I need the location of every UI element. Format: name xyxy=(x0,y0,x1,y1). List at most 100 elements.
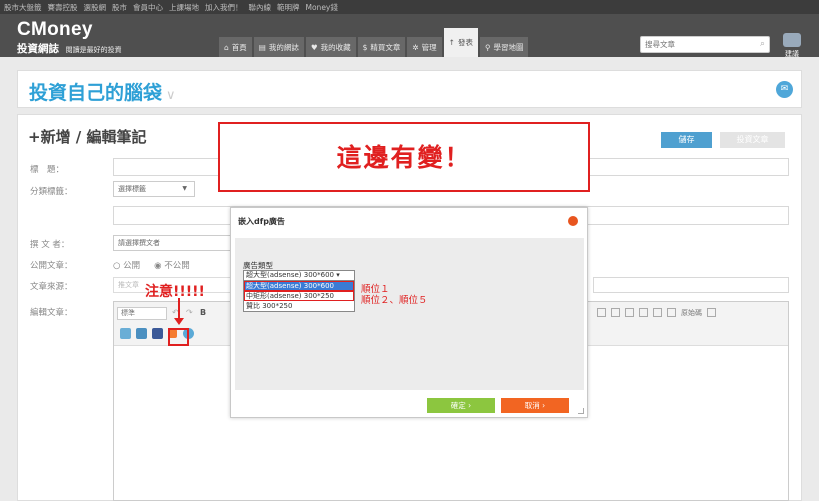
chat-icon xyxy=(783,33,801,47)
nav-post[interactable]: ↑ 發表 xyxy=(443,28,478,57)
fullscreen-icon[interactable] xyxy=(707,308,716,317)
tags-value: 選擇標籤 xyxy=(118,185,146,193)
nav-manage[interactable]: ✲ 管理 xyxy=(407,37,442,57)
ad-type-selected: 超大型(adsense) 300*600 xyxy=(246,271,334,279)
resize-handle[interactable] xyxy=(578,408,584,414)
main-nav: ⌂ 首頁 ▤ 我的網誌 ♥ 我的收藏 $ 精買文章 ✲ 管理 ↑ 發表 ⚲ 學習地圖 xyxy=(219,28,529,57)
top-link[interactable]: 股市大盤籤 xyxy=(4,2,42,13)
author-dropdown[interactable]: 請選擇撰文者 xyxy=(113,235,233,251)
editor-label: 編輯文章： xyxy=(30,308,73,318)
nav-premium[interactable]: $ 精買文章 xyxy=(357,37,406,57)
brand-logo[interactable]: CMoney xyxy=(17,19,93,41)
redo-icon[interactable]: ↷ xyxy=(186,308,197,319)
search-box: ⌕ xyxy=(640,36,770,53)
gear-icon: ✲ xyxy=(412,42,419,52)
ad-option[interactable]: 超大型(adsense) 300*600 xyxy=(244,281,354,291)
hr-icon[interactable] xyxy=(653,308,662,317)
cancel-button[interactable]: 取消 › xyxy=(501,398,569,413)
confirm-label: 確定 xyxy=(450,401,466,410)
nav-learning-map[interactable]: ⚲ 學習地圖 xyxy=(479,37,529,57)
change-callout-box: 這邊有變！ xyxy=(218,122,590,192)
save-button[interactable]: 儲存 xyxy=(661,132,712,148)
suggest-label: 建議 xyxy=(785,50,799,58)
mail-icon[interactable]: ✉ xyxy=(776,81,793,98)
search-input[interactable] xyxy=(641,37,751,52)
nav-my-blog[interactable]: ▤ 我的網誌 xyxy=(253,37,304,57)
arrow-down-icon xyxy=(174,318,184,325)
attention-arrow xyxy=(178,298,180,320)
pin-icon: ⚲ xyxy=(484,42,491,52)
nav-label: 我的網誌 xyxy=(268,42,299,52)
suggest-button[interactable]: 建議 xyxy=(780,33,804,59)
chevron-down-icon: ∨ xyxy=(166,88,176,103)
dollar-icon: $ xyxy=(362,42,368,52)
highlight-box xyxy=(168,328,189,346)
cancel-label: 取消 xyxy=(524,401,540,410)
bold-icon[interactable]: B xyxy=(200,308,211,319)
top-link[interactable]: 上課場地 xyxy=(169,2,199,13)
cm-icon[interactable] xyxy=(136,328,147,339)
chevron-down-icon: ▼ xyxy=(182,185,187,192)
book-icon: ▤ xyxy=(258,42,266,52)
dialog-body: 廣告類型 超大型(adsense) 300*600 ▾ 超大型(adsense)… xyxy=(235,238,584,390)
arrow-up-icon: ↑ xyxy=(448,38,455,47)
author-label: 撰 文 者： xyxy=(30,240,70,250)
top-link[interactable]: 聯內線 xyxy=(249,2,272,13)
nav-label: 管理 xyxy=(421,42,437,52)
ad-type-options: 超大型(adsense) 300*600 中矩形(adsense) 300*25… xyxy=(243,280,355,312)
radio-label: 不公開 xyxy=(164,261,190,271)
attention-note: 注意!!!!! xyxy=(145,284,205,300)
heart-icon: ♥ xyxy=(310,42,318,52)
nav-favorites[interactable]: ♥ 我的收藏 xyxy=(305,37,356,57)
nav-label: 發表 xyxy=(457,38,473,47)
site-top-bar: 股市大盤籤 賽壽控股 選股網 股市 會員中心 上課場地 加入我們！ 聯內線 範明… xyxy=(0,0,819,14)
close-icon[interactable] xyxy=(568,216,578,226)
dfp-ad-dialog: 嵌入dfp廣告 廣告類型 超大型(adsense) 300*600 ▾ 超大型(… xyxy=(230,207,588,418)
editor-toolbar-right: 原始碼 xyxy=(597,308,716,317)
home-icon: ⌂ xyxy=(224,42,229,52)
brand-subtitle: 投資網誌 閱讀是最好的投資 xyxy=(17,41,122,56)
source-code-label[interactable]: 原始碼 xyxy=(681,308,702,317)
page-title-bar: 投資自己的腦袋 ∨ ✉ xyxy=(17,70,802,108)
nav-label: 精買文章 xyxy=(370,42,401,52)
radio-label: 公開 xyxy=(123,261,141,271)
page-title[interactable]: 投資自己的腦袋 ∨ xyxy=(29,78,176,105)
top-link[interactable]: 加入我們！ xyxy=(205,2,243,13)
align-left-icon[interactable] xyxy=(597,308,606,317)
search-icon[interactable]: ⌕ xyxy=(760,39,765,49)
facebook-icon[interactable] xyxy=(152,328,163,339)
radio-private[interactable]: ◉ 不公開 xyxy=(154,259,190,271)
top-link[interactable]: Money錢 xyxy=(306,2,338,13)
brand-sub: 投資網誌 xyxy=(17,43,59,55)
public-radio-group: ○ 公開 ◉ 不公開 xyxy=(113,259,190,271)
format-dropdown[interactable]: 標準 xyxy=(117,307,167,320)
ad-option[interactable]: 贊比 300*250 xyxy=(244,301,354,311)
tags-dropdown[interactable]: 選擇標籤 ▼ xyxy=(113,181,195,197)
radio-public[interactable]: ○ 公開 xyxy=(113,259,140,271)
submit-article-button[interactable]: 投資文章 xyxy=(720,132,785,148)
top-link[interactable]: 股市 xyxy=(112,2,127,13)
dialog-title: 嵌入dfp廣告 xyxy=(238,217,285,226)
source-label: 文章來源： xyxy=(30,282,73,292)
top-link[interactable]: 會員中心 xyxy=(133,2,163,13)
nav-home[interactable]: ⌂ 首頁 xyxy=(219,37,252,57)
table-icon[interactable] xyxy=(639,308,648,317)
top-link[interactable]: 範明牌 xyxy=(277,2,300,13)
rank-note: 順位２、順位５ xyxy=(361,295,428,306)
image-icon[interactable] xyxy=(120,328,131,339)
top-link[interactable]: 選股網 xyxy=(84,2,107,13)
tags-label: 分類標籤： xyxy=(30,187,73,197)
page-title-text: 投資自己的腦袋 xyxy=(29,82,163,104)
title-label: 標 題： xyxy=(30,165,65,175)
site-header: CMoney 投資網誌 閱讀是最好的投資 ⌂ 首頁 ▤ 我的網誌 ♥ 我的收藏 $ 精買… xyxy=(0,14,819,59)
nav-label: 首頁 xyxy=(231,42,247,52)
top-link[interactable]: 賽壽控股 xyxy=(48,2,78,13)
ad-option[interactable]: 中矩形(adsense) 300*250 xyxy=(244,291,354,301)
source-code-icon[interactable] xyxy=(667,308,676,317)
align-right-icon[interactable] xyxy=(625,308,634,317)
panel-heading: +新增 / 編輯筆記 xyxy=(28,128,147,146)
source-extra-input[interactable] xyxy=(593,277,789,293)
align-center-icon[interactable] xyxy=(611,308,620,317)
nav-label: 我的收藏 xyxy=(320,42,351,52)
confirm-button[interactable]: 確定 › xyxy=(427,398,495,413)
